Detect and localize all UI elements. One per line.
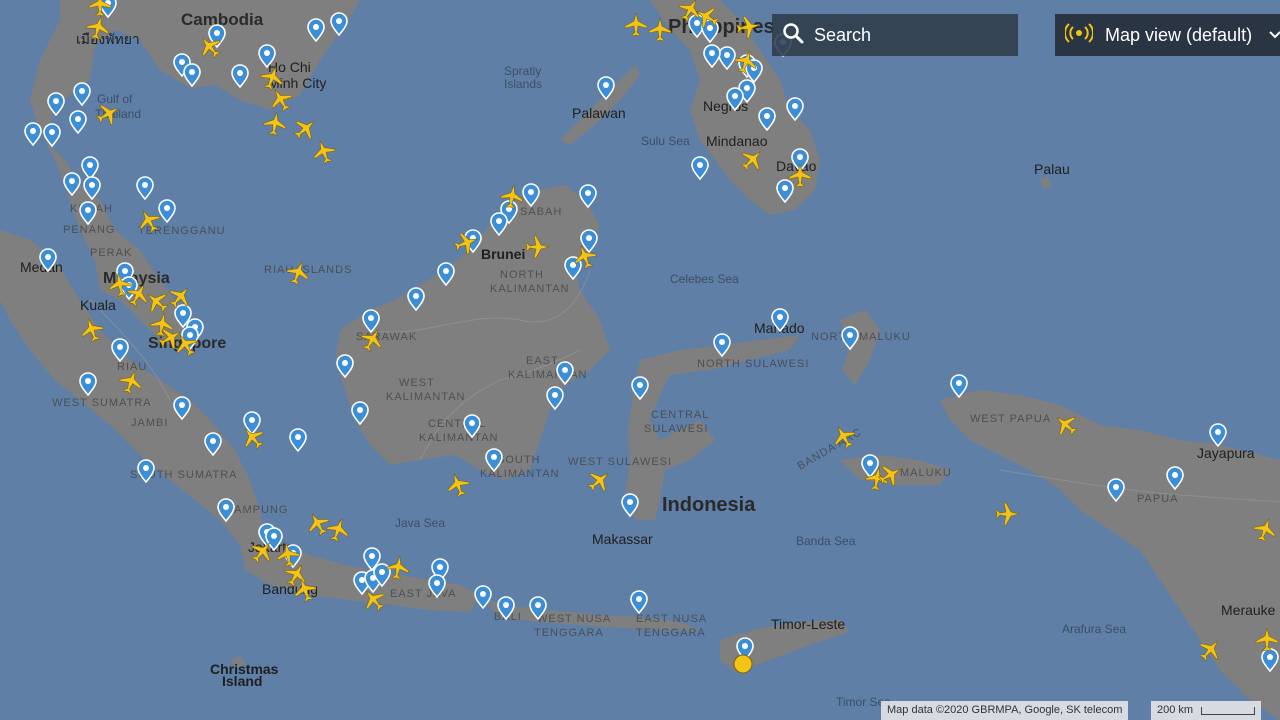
label-mindanao: Mindanao xyxy=(706,133,768,149)
label-west-papua: WEST PAPUA xyxy=(970,413,1051,425)
label-penang: PENANG xyxy=(63,224,115,236)
label-central-sul-2: SULAWESI xyxy=(644,423,708,435)
label-kuala: Kuala xyxy=(80,297,116,313)
label-riau: RIAU xyxy=(117,361,147,373)
label-java-sea: Java Sea xyxy=(395,516,445,530)
label-timor-leste: Timor-Leste xyxy=(771,616,845,632)
label-north-maluku: NORTH MALUKU xyxy=(811,331,911,343)
scale-label: 200 km xyxy=(1157,704,1194,716)
broadcast-icon xyxy=(1063,22,1095,48)
map-attribution: Map data ©2020 GBRMPA, Google, SK teleco… xyxy=(881,701,1129,720)
label-palawan: Palawan xyxy=(572,105,626,121)
label-papua: PAPUA xyxy=(1137,493,1178,505)
label-banda-sea: Banda Sea xyxy=(796,534,856,548)
label-maluku: MALUKU xyxy=(900,467,952,479)
flight-map[interactable]: Cambodia เมืองพัทยา Philippines Spratly … xyxy=(0,0,1280,720)
label-sulu-sea: Sulu Sea xyxy=(641,134,690,148)
label-west-kal: WEST xyxy=(399,377,435,389)
label-jayapura: Jayapura xyxy=(1197,445,1255,461)
label-merauke: Merauke xyxy=(1221,602,1276,618)
label-central-sul: CENTRAL xyxy=(651,409,709,421)
label-east-nusa-2: TENGGARA xyxy=(636,627,706,639)
label-east-kal: EAST xyxy=(526,355,559,367)
label-gulf: Gulf of xyxy=(97,92,133,106)
label-south-kal-2: KALIMANTAN xyxy=(480,468,559,480)
map-view-dropdown[interactable]: Map view (default) xyxy=(1055,14,1280,56)
search-button[interactable]: Search xyxy=(772,14,1018,56)
scale-bar: 200 km xyxy=(1151,701,1261,720)
label-west-nusa-2: TENGGARA xyxy=(534,627,604,639)
label-north-kal-2: KALIMANTAN xyxy=(490,283,569,295)
search-label: Search xyxy=(814,24,872,45)
label-riau-islands: RIAU ISLANDS xyxy=(264,264,352,276)
label-east-kal-2: KALIMANTAN xyxy=(508,369,587,381)
label-sabah: SABAH xyxy=(520,206,562,218)
label-spratly-2: Islands xyxy=(504,77,542,91)
label-celebes-sea: Celebes Sea xyxy=(670,272,739,286)
label-east-nusa: EAST NUSA xyxy=(636,613,707,625)
label-west-sumatra: WEST SUMATRA xyxy=(52,397,152,409)
map-canvas[interactable]: Cambodia เมืองพัทยา Philippines Spratly … xyxy=(0,0,1280,720)
label-west-sulawesi: WEST SULAWESI xyxy=(568,456,672,468)
search-icon xyxy=(782,22,804,49)
label-north-kal: NORTH xyxy=(500,269,544,281)
chevron-down-icon xyxy=(1268,26,1280,47)
label-west-nusa: WEST NUSA xyxy=(537,613,611,625)
label-palau: Palau xyxy=(1034,161,1070,177)
label-perak: PERAK xyxy=(90,247,132,259)
selected-aircraft-highlight[interactable] xyxy=(733,654,753,674)
label-philippines: Philippines xyxy=(668,16,775,38)
label-indonesia: Indonesia xyxy=(662,494,756,516)
label-east-java: EAST JAVA xyxy=(390,588,456,600)
label-lampung: LAMPUNG xyxy=(227,504,288,516)
label-west-kal-2: KALIMANTAN xyxy=(386,391,465,403)
label-central-kal-2: KALIMANTAN xyxy=(419,432,498,444)
map-view-label: Map view (default) xyxy=(1105,24,1253,45)
label-south-kal: SOUTH xyxy=(497,454,541,466)
label-christmas-2: Island xyxy=(222,673,262,689)
scale-line xyxy=(1201,707,1255,715)
label-arafura-sea: Arafura Sea xyxy=(1062,622,1126,636)
label-jambi: JAMBI xyxy=(131,417,168,429)
label-north-sulawesi: NORTH SULAWESI xyxy=(697,358,809,370)
label-spratly: Spratly xyxy=(504,64,541,78)
label-makassar: Makassar xyxy=(592,531,653,547)
label-brunei: Brunei xyxy=(481,246,525,262)
